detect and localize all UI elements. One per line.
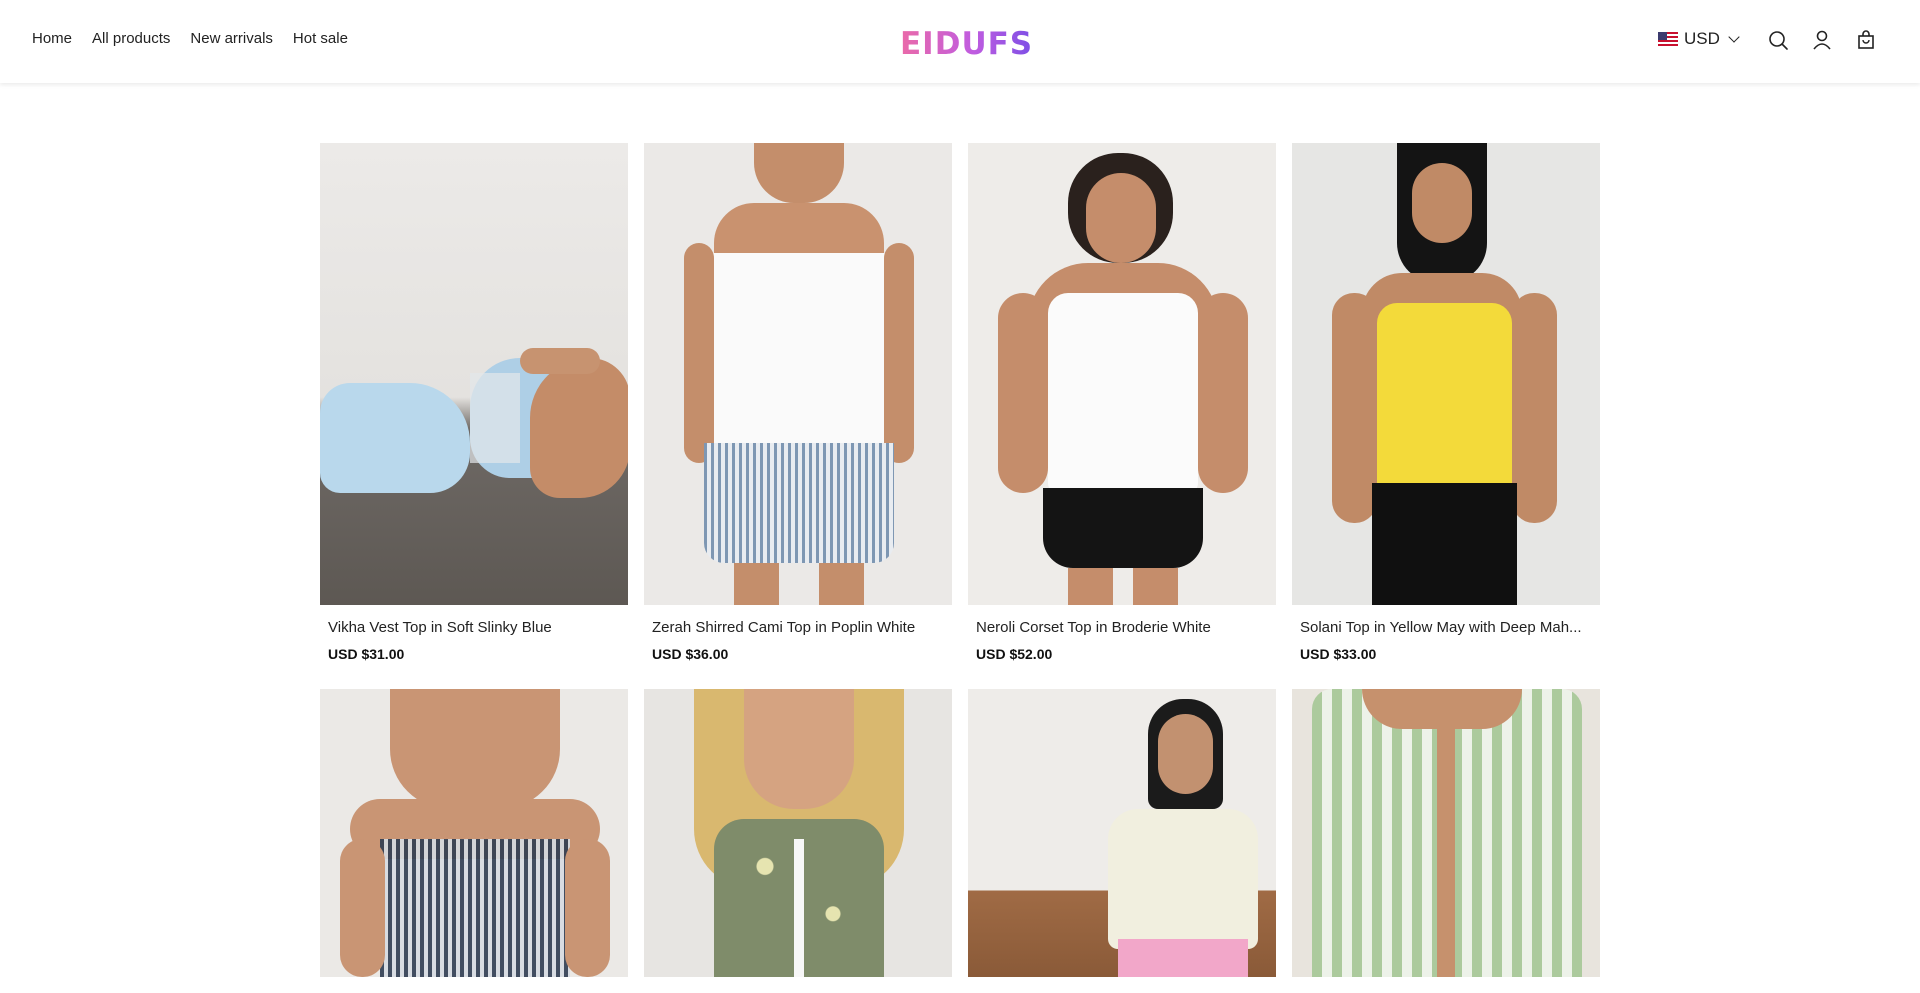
product-price: USD $52.00 bbox=[976, 646, 1053, 662]
currency-label: USD bbox=[1684, 29, 1720, 48]
product-card[interactable]: Neroli Corset Top in Broderie White USD … bbox=[968, 143, 1276, 664]
product-card[interactable] bbox=[968, 689, 1276, 977]
product-card[interactable]: Zerah Shirred Cami Top in Poplin White U… bbox=[644, 143, 952, 664]
user-icon[interactable] bbox=[1811, 29, 1833, 51]
product-title[interactable]: Neroli Corset Top in Broderie White bbox=[976, 619, 1268, 639]
product-card[interactable]: Solani Top in Yellow May with Deep Mah..… bbox=[1292, 143, 1600, 664]
product-price: USD $36.00 bbox=[652, 646, 729, 662]
product-price: USD $31.00 bbox=[328, 646, 405, 662]
nav-hot-sale[interactable]: Hot sale bbox=[293, 30, 348, 47]
search-icon[interactable] bbox=[1767, 29, 1789, 51]
product-image[interactable] bbox=[320, 143, 628, 605]
product-card[interactable] bbox=[644, 689, 952, 977]
product-card[interactable] bbox=[320, 689, 628, 977]
product-title[interactable]: Vikha Vest Top in Soft Slinky Blue bbox=[328, 619, 620, 639]
product-card[interactable] bbox=[1292, 689, 1600, 977]
product-image[interactable] bbox=[320, 689, 628, 977]
chevron-down-icon bbox=[1728, 30, 1740, 43]
site-header: Home All products New arrivals Hot sale … bbox=[0, 0, 1920, 83]
product-title[interactable]: Zerah Shirred Cami Top in Poplin White bbox=[652, 619, 944, 639]
us-flag-icon bbox=[1658, 32, 1678, 46]
product-image[interactable] bbox=[1292, 689, 1600, 977]
product-grid: Vikha Vest Top in Soft Slinky Blue USD $… bbox=[320, 143, 1600, 977]
product-image[interactable] bbox=[968, 689, 1276, 977]
product-image[interactable] bbox=[644, 689, 952, 977]
nav-home[interactable]: Home bbox=[32, 30, 72, 47]
product-price: USD $33.00 bbox=[1300, 646, 1377, 662]
brand-logo[interactable]: EIDUFS bbox=[900, 26, 1033, 62]
cart-icon[interactable] bbox=[1855, 29, 1877, 51]
product-image[interactable] bbox=[968, 143, 1276, 605]
product-image[interactable] bbox=[644, 143, 952, 605]
product-card[interactable]: Vikha Vest Top in Soft Slinky Blue USD $… bbox=[320, 143, 628, 664]
product-image[interactable] bbox=[1292, 143, 1600, 605]
product-title[interactable]: Solani Top in Yellow May with Deep Mah..… bbox=[1300, 619, 1592, 639]
nav-new-arrivals[interactable]: New arrivals bbox=[190, 30, 273, 47]
nav-all-products[interactable]: All products bbox=[92, 30, 170, 47]
main-nav: Home All products New arrivals Hot sale bbox=[32, 30, 348, 47]
currency-selector[interactable]: USD bbox=[1658, 29, 1740, 49]
